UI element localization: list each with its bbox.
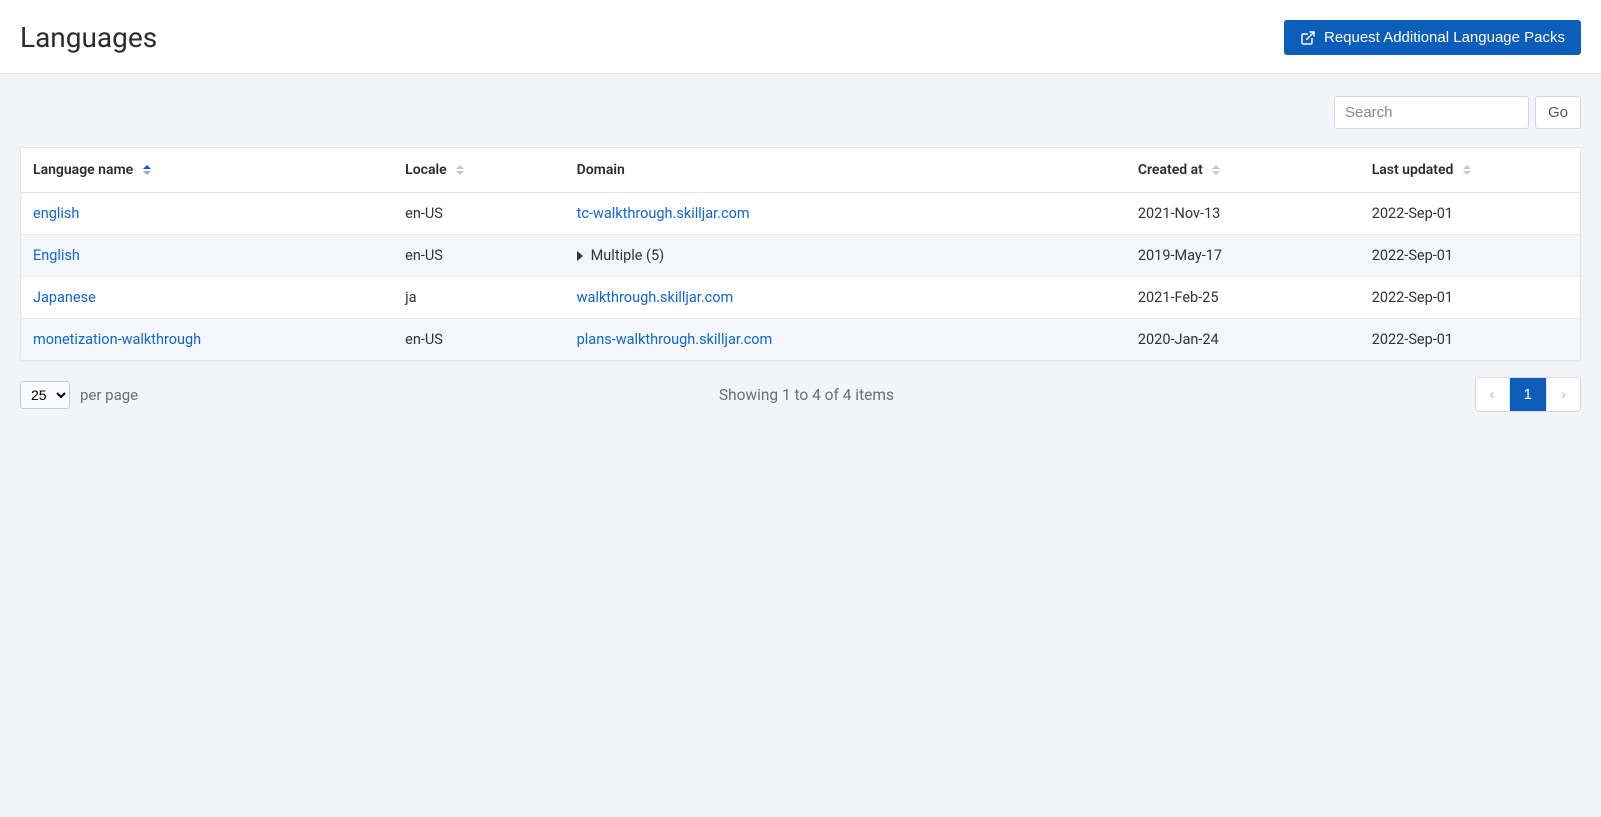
per-page-label: per page (80, 386, 138, 404)
column-header-last-updated[interactable]: Last updated (1362, 148, 1580, 193)
last-updated-cell: 2022-Sep-01 (1362, 277, 1580, 319)
column-header-domain[interactable]: Domain (567, 148, 1128, 193)
sort-icon (1212, 165, 1220, 175)
pager-next-button[interactable]: › (1547, 378, 1580, 411)
column-header-created-at[interactable]: Created at (1128, 148, 1362, 193)
domain-cell: walkthrough.skilljar.com (567, 277, 1128, 319)
language-name-link[interactable]: English (33, 247, 80, 264)
sort-icon (143, 165, 151, 175)
table-row: English en-US Multiple (5) 2019-May-172022-… (21, 235, 1580, 277)
pagination-summary: Showing 1 to 4 of 4 items (719, 386, 894, 404)
column-header-locale[interactable]: Locale (395, 148, 566, 193)
domain-cell: tc-walkthrough.skilljar.com (567, 193, 1128, 235)
created-at-cell: 2020-Jan-24 (1128, 319, 1362, 361)
locale-cell: en-US (395, 235, 566, 277)
created-at-cell: 2019-May-17 (1128, 235, 1362, 277)
table-row: monetization-walkthrough en-US plans-walkt… (21, 319, 1580, 361)
pager-page-1-button[interactable]: 1 (1510, 378, 1547, 411)
search-go-button[interactable]: Go (1535, 96, 1581, 129)
pager-prev-button[interactable]: ‹ (1476, 378, 1510, 411)
languages-table: Language name Locale Domain Created at (20, 147, 1581, 361)
created-at-cell: 2021-Nov-13 (1128, 193, 1362, 235)
last-updated-cell: 2022-Sep-01 (1362, 235, 1580, 277)
sort-icon (456, 165, 464, 175)
domain-link[interactable]: tc-walkthrough.skilljar.com (577, 205, 750, 222)
table-row: english en-US tc-walkthrough.skilljar.com 2… (21, 193, 1580, 235)
domain-link[interactable]: plans-walkthrough.skilljar.com (577, 331, 773, 348)
language-name-link[interactable]: Japanese (33, 289, 96, 306)
last-updated-cell: 2022-Sep-01 (1362, 193, 1580, 235)
search-input[interactable] (1334, 96, 1529, 129)
expand-caret-icon[interactable] (577, 251, 583, 261)
request-button-label: Request Additional Language Packs (1324, 29, 1565, 46)
column-label: Last updated (1372, 162, 1454, 178)
per-page-select[interactable]: 25 (20, 381, 70, 409)
table-row: Japanese ja walkthrough.skilljar.com 2021-F… (21, 277, 1580, 319)
domain-multiple-label: Multiple (5) (591, 247, 665, 264)
page-title: Languages (20, 21, 157, 54)
column-label: Created at (1138, 162, 1203, 178)
external-link-icon (1300, 30, 1316, 46)
pager: ‹ 1 › (1475, 377, 1581, 412)
language-name-link[interactable]: monetization-walkthrough (33, 331, 201, 348)
domain-link[interactable]: walkthrough.skilljar.com (577, 289, 734, 306)
last-updated-cell: 2022-Sep-01 (1362, 319, 1580, 361)
column-label: Domain (577, 162, 625, 178)
column-label: Language name (33, 162, 133, 178)
sort-icon (1463, 165, 1471, 175)
column-header-language-name[interactable]: Language name (21, 148, 395, 193)
created-at-cell: 2021-Feb-25 (1128, 277, 1362, 319)
locale-cell: en-US (395, 319, 566, 361)
locale-cell: en-US (395, 193, 566, 235)
domain-cell[interactable]: Multiple (5) (567, 235, 1128, 277)
column-label: Locale (405, 162, 446, 178)
locale-cell: ja (395, 277, 566, 319)
domain-cell: plans-walkthrough.skilljar.com (567, 319, 1128, 361)
language-name-link[interactable]: english (33, 205, 79, 222)
request-language-packs-button[interactable]: Request Additional Language Packs (1284, 20, 1581, 55)
